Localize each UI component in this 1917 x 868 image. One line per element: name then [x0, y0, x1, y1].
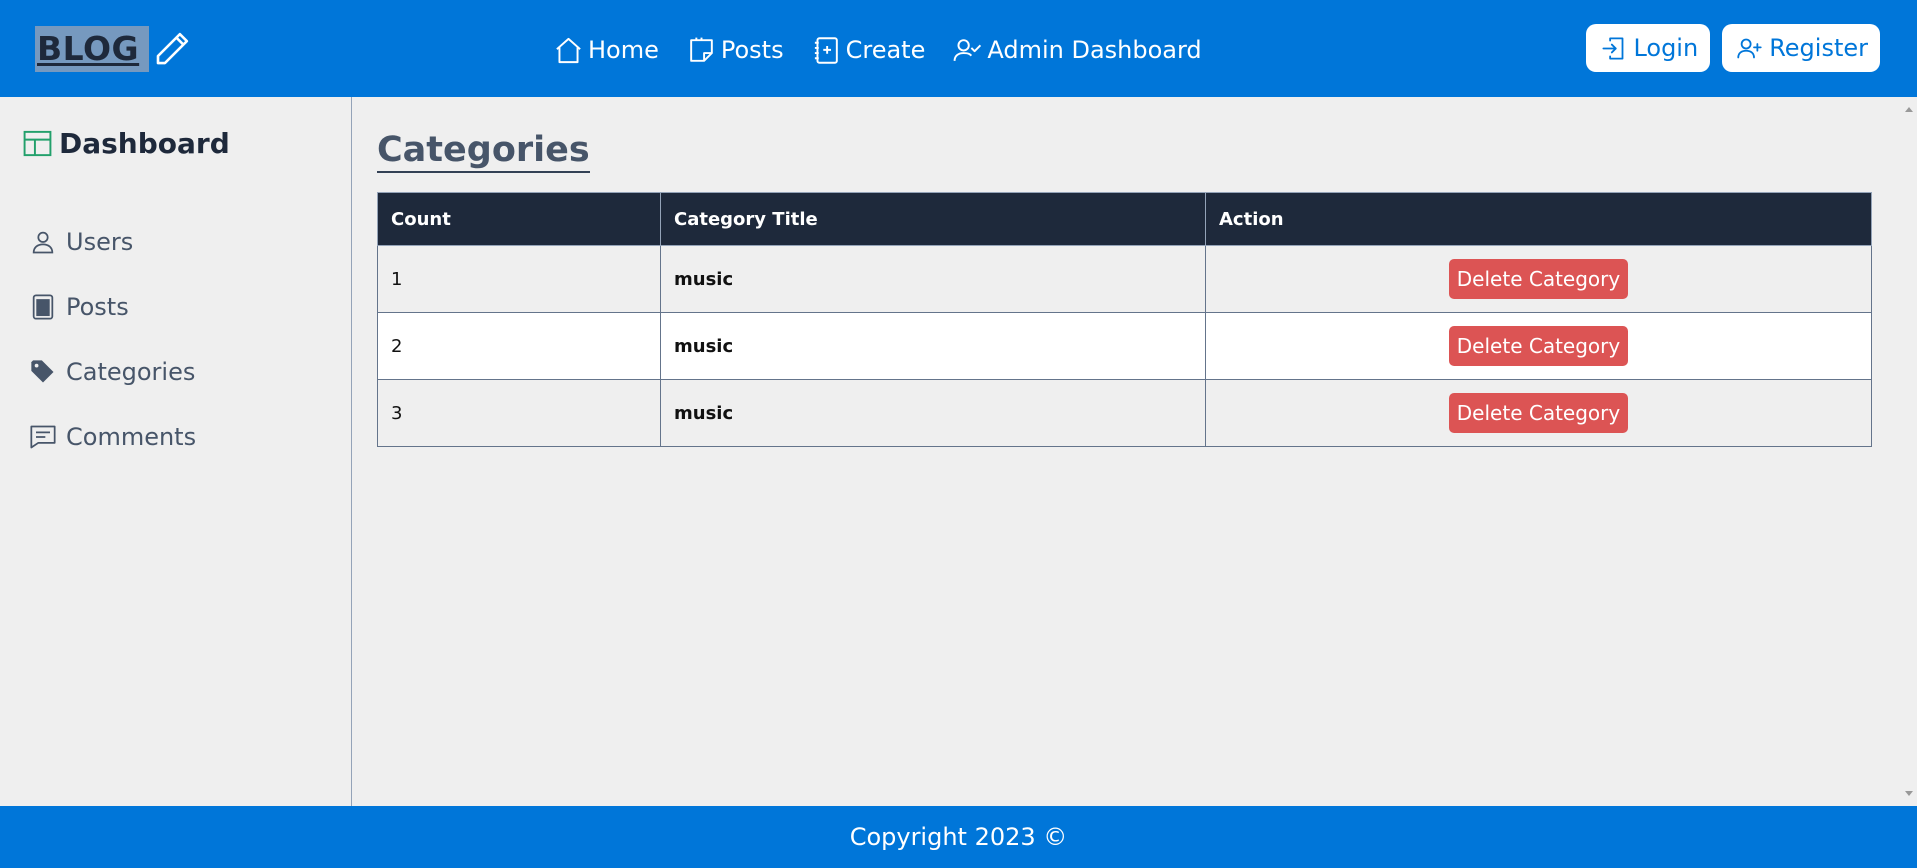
person-plus-icon	[1737, 38, 1762, 58]
sidebar-title-label: Dashboard	[59, 127, 230, 160]
sidebar-title[interactable]: Dashboard	[22, 127, 230, 160]
file-icon	[32, 293, 54, 320]
category-title-cell: music	[660, 312, 1206, 380]
chat-icon	[30, 425, 56, 448]
table-row: 3 music Delete Category	[377, 379, 1872, 447]
count-cell: 1	[377, 245, 661, 313]
page: BLOG Home Posts Create Admin Dashboard L…	[0, 0, 1917, 868]
nav-create-label: Create	[845, 36, 926, 64]
register-button[interactable]: Register	[1722, 24, 1880, 72]
nav-admin-dashboard-label: Admin Dashboard	[987, 36, 1202, 64]
sidebar-item-label: Categories	[66, 357, 196, 386]
table-header-row: Count Category Title Action	[377, 192, 1872, 246]
login-button[interactable]: Login	[1586, 24, 1711, 72]
scroll-up-arrow[interactable]	[1905, 107, 1913, 112]
pencil-icon	[156, 32, 189, 65]
count-cell: 3	[377, 379, 661, 447]
sidebar-item-comments[interactable]: Comments	[29, 404, 196, 469]
logo[interactable]: BLOG	[35, 26, 193, 72]
nav-home[interactable]: Home	[553, 35, 659, 66]
delete-category-button[interactable]: Delete Category	[1448, 259, 1629, 299]
top-navbar: BLOG Home Posts Create Admin Dashboard L…	[0, 0, 1917, 97]
sidebar: Dashboard Users Posts Categories Comment…	[0, 97, 352, 806]
delete-category-button[interactable]: Delete Category	[1448, 326, 1629, 366]
categories-table: Count Category Title Action 1 music Dele…	[377, 192, 1872, 447]
register-label: Register	[1769, 34, 1868, 62]
column-header-count: Count	[377, 192, 661, 246]
nav-posts[interactable]: Posts	[686, 35, 784, 66]
logo-text[interactable]: BLOG	[35, 26, 150, 72]
sidebar-item-posts[interactable]: Posts	[29, 274, 196, 339]
nav-home-label: Home	[588, 36, 659, 64]
table-row: 1 music Delete Category	[377, 245, 1872, 313]
nav-posts-label: Posts	[720, 36, 784, 64]
sticky-note-icon	[690, 37, 713, 62]
nav-create[interactable]: Create	[811, 35, 926, 66]
person-check-icon	[953, 38, 982, 61]
category-title-cell: music	[660, 245, 1206, 313]
footer: Copyright 2023 ©	[0, 806, 1917, 868]
scroll-down-arrow[interactable]	[1905, 791, 1913, 796]
table-row: 2 music Delete Category	[377, 312, 1872, 380]
login-label: Login	[1633, 34, 1699, 62]
column-header-action: Action	[1205, 192, 1872, 246]
category-title-cell: music	[660, 379, 1206, 447]
delete-category-button[interactable]: Delete Category	[1448, 393, 1629, 433]
auth-buttons: Login Register	[1586, 24, 1880, 72]
copyright-text: Copyright 2023 ©	[849, 823, 1068, 851]
main-content: Categories Count Category Title Action 1…	[377, 97, 1873, 447]
layout-icon	[23, 130, 52, 157]
action-cell: Delete Category	[1205, 245, 1872, 313]
sidebar-item-users[interactable]: Users	[29, 209, 196, 274]
box-arrow-in-icon	[1602, 36, 1624, 60]
house-icon	[556, 37, 581, 63]
page-title: Categories	[377, 130, 590, 173]
sidebar-menu: Users Posts Categories Comments	[29, 209, 196, 469]
main-nav: Home Posts Create Admin Dashboard	[553, 30, 1202, 70]
sidebar-item-categories[interactable]: Categories	[29, 339, 196, 404]
sidebar-item-label: Users	[66, 227, 134, 256]
count-cell: 2	[377, 312, 661, 380]
nav-admin-dashboard[interactable]: Admin Dashboard	[952, 35, 1202, 66]
sidebar-item-label: Comments	[66, 422, 197, 451]
action-cell: Delete Category	[1205, 312, 1872, 380]
journal-plus-icon	[814, 36, 838, 64]
tag-icon	[31, 359, 54, 382]
column-header-category-title: Category Title	[660, 192, 1206, 246]
sidebar-item-label: Posts	[66, 292, 129, 321]
person-icon	[32, 231, 54, 253]
action-cell: Delete Category	[1205, 379, 1872, 447]
